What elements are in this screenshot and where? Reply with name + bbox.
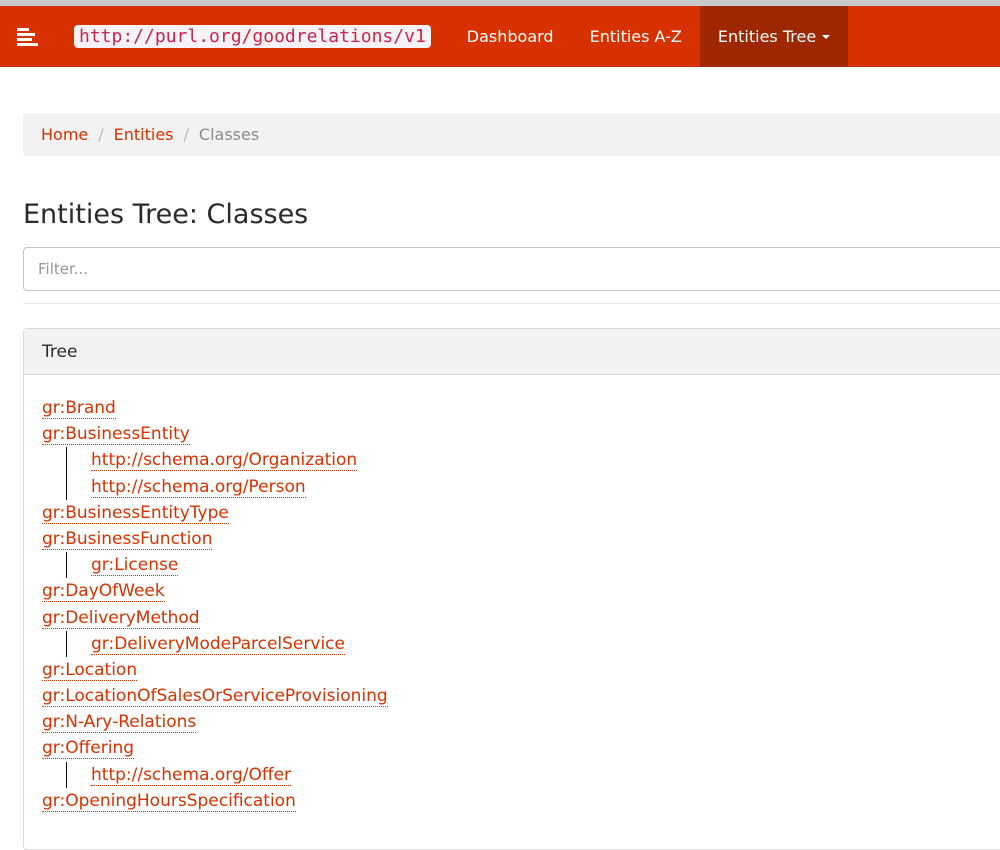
breadcrumb-separator: / <box>183 125 189 144</box>
tree-item: gr:LocationOfSalesOrServiceProvisioning <box>42 683 1000 709</box>
tree-item: gr:BusinessEntity <box>42 421 1000 447</box>
tree-item-link[interactable]: gr:BusinessEntity <box>42 424 190 446</box>
nav-link-entities-a-z[interactable]: Entities A-Z <box>572 6 700 67</box>
divider <box>23 303 1000 304</box>
tree-item: gr:OpeningHoursSpecification <box>42 788 1000 814</box>
caret-down-icon <box>822 34 831 39</box>
tree-item-child: gr:DeliveryModeParcelService <box>42 630 1000 658</box>
brand[interactable]: http://purl.org/goodrelations/v1 <box>74 6 431 67</box>
tree-item-link[interactable]: gr:N-Ary-Relations <box>42 712 197 734</box>
tree-item-link[interactable]: gr:Brand <box>42 398 116 419</box>
breadcrumb-separator: / <box>98 125 104 144</box>
align-left-icon <box>17 27 38 46</box>
tree-panel: Tree gr:Brand gr:BusinessEntity http://sch… <box>23 328 1000 850</box>
nav-link-dashboard[interactable]: Dashboard <box>449 6 572 67</box>
nav-link-label: Entities A-Z <box>589 27 682 46</box>
tree-item: gr:Offering <box>42 735 1000 761</box>
tree-item-link[interactable]: gr:BusinessEntityType <box>42 502 229 524</box>
tree-item-link[interactable]: gr:DeliveryModeParcelService <box>91 633 345 655</box>
tree-item: gr:BusinessFunction <box>42 526 1000 552</box>
tree-item-link[interactable]: http://schema.org/Organization <box>91 450 358 472</box>
nav-link-entities-tree[interactable]: Entities Tree <box>699 6 849 67</box>
tree-item-link[interactable]: gr:DeliveryMethod <box>42 607 200 629</box>
brand-ontology-uri[interactable]: http://purl.org/goodrelations/v1 <box>74 25 431 48</box>
tree-item-link[interactable]: gr:OpeningHoursSpecification <box>42 790 296 812</box>
nav-links: Dashboard Entities A-Z Entities Tree <box>449 6 849 67</box>
nav-link-label: Entities Tree <box>717 27 817 46</box>
tree-item-link[interactable]: gr:LocationOfSalesOrServiceProvisioning <box>42 686 388 708</box>
tree-item-child: http://schema.org/Person <box>42 473 1000 500</box>
page-title: Entities Tree: Classes <box>23 199 309 230</box>
class-tree: gr:Brand gr:BusinessEntity http://schema.o… <box>24 375 1000 814</box>
tree-item-link[interactable]: http://schema.org/Offer <box>91 764 292 786</box>
tree-item: gr:N-Ary-Relations <box>42 709 1000 735</box>
tree-item-link[interactable]: gr:Offering <box>42 738 135 760</box>
tree-item: gr:BusinessEntityType <box>42 500 1000 526</box>
tree-item: gr:DayOfWeek <box>42 578 1000 604</box>
filter-input[interactable] <box>23 247 1000 291</box>
breadcrumb-entities[interactable]: Entities <box>114 125 174 144</box>
tree-panel-heading: Tree <box>24 329 1000 375</box>
tree-item: gr:Location <box>42 657 1000 683</box>
tree-item-link[interactable]: gr:BusinessFunction <box>42 528 213 550</box>
nav-link-label: Dashboard <box>466 27 554 46</box>
tree-item-link[interactable]: gr:License <box>91 555 179 577</box>
breadcrumb-home[interactable]: Home <box>41 125 88 144</box>
tree-item-link[interactable]: gr:Location <box>42 659 138 681</box>
tree-item-child: http://schema.org/Offer <box>42 761 1000 789</box>
breadcrumb-current: Classes <box>198 125 260 144</box>
tree-item-child: http://schema.org/Organization <box>42 447 1000 474</box>
tree-item-child: gr:License <box>42 552 1000 579</box>
breadcrumb: Home / Entities / Classes <box>23 113 1000 156</box>
tree-item: gr:DeliveryMethod <box>42 605 1000 631</box>
tree-item: gr:Brand <box>42 395 1000 421</box>
navbar: http://purl.org/goodrelations/v1 Dashboa… <box>0 6 1000 67</box>
tree-item-link[interactable]: gr:DayOfWeek <box>42 581 165 603</box>
tree-item-link[interactable]: http://schema.org/Person <box>91 476 306 498</box>
menu-toggle-button[interactable] <box>0 6 56 67</box>
